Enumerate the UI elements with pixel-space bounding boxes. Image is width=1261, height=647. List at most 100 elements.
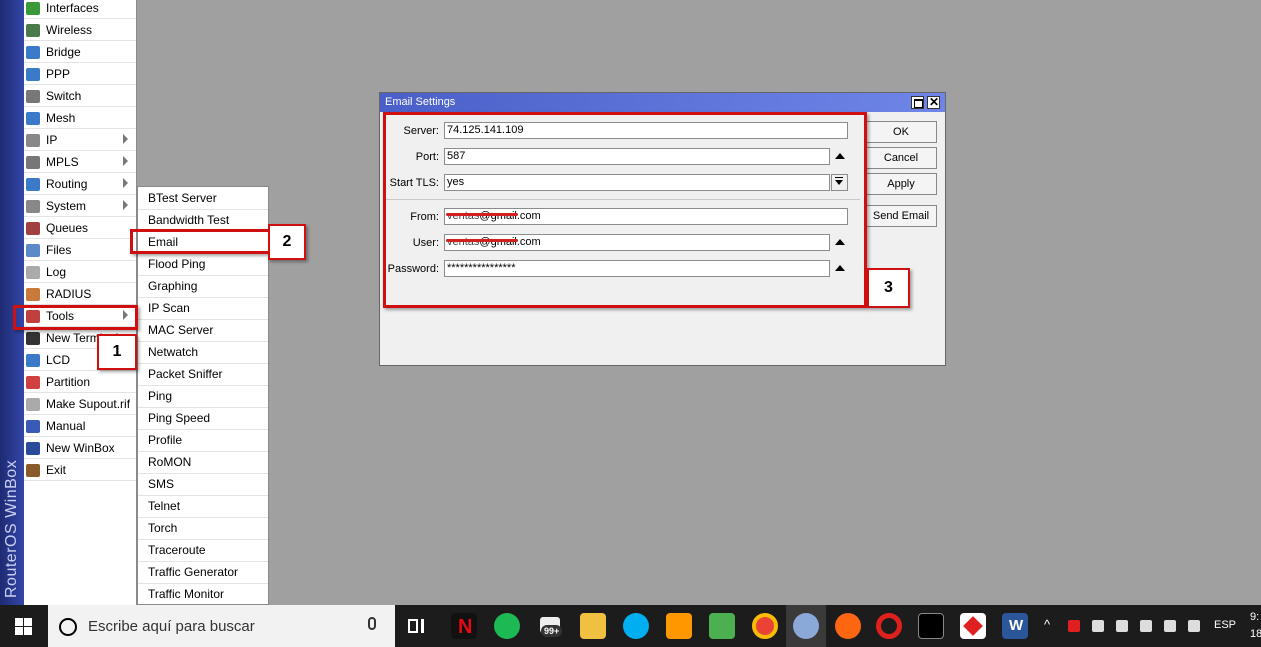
submenu-item-mac-server[interactable]: MAC Server <box>138 320 268 342</box>
menu-item-label: Make Supout.rif <box>46 397 131 411</box>
microphone-icon[interactable] <box>368 617 376 630</box>
menu-item-routing[interactable]: Routing <box>24 174 136 195</box>
apply-button[interactable]: Apply <box>865 173 937 195</box>
anydesk-icon[interactable] <box>960 613 986 639</box>
chrome-icon[interactable] <box>752 613 778 639</box>
menu-item-label: New WinBox <box>46 441 115 455</box>
submenu-item-telnet[interactable]: Telnet <box>138 496 268 518</box>
antivirus-tray-icon[interactable] <box>1068 620 1080 632</box>
menu-item-log[interactable]: Log <box>24 262 136 283</box>
maximize-icon[interactable] <box>911 96 924 109</box>
menu-item-queues[interactable]: Queues <box>24 218 136 239</box>
winbox-taskbar-active[interactable] <box>786 605 826 647</box>
submenu-item-netwatch[interactable]: Netwatch <box>138 342 268 364</box>
annotation-label-1: 1 <box>97 334 137 370</box>
manual-icon <box>26 419 40 433</box>
menu-item-ip[interactable]: IP <box>24 130 136 151</box>
menu-item-label: Switch <box>46 89 82 103</box>
spreadsheet-icon[interactable] <box>709 613 735 639</box>
menu-item-label: Log <box>46 265 67 279</box>
submenu-item-traceroute[interactable]: Traceroute <box>138 540 268 562</box>
sublime-icon[interactable] <box>666 613 692 639</box>
menu-item-mpls[interactable]: MPLS <box>24 152 136 173</box>
opera-icon[interactable] <box>876 613 902 639</box>
menu-item-switch[interactable]: Switch <box>24 86 136 107</box>
menu-item-label: Bridge <box>46 45 81 59</box>
store-icon[interactable]: 99+ <box>537 613 563 639</box>
brand-text: RouterOS WinBox <box>3 459 20 598</box>
menu-item-label: Routing <box>46 177 88 191</box>
dialog-title: Email Settings <box>385 96 456 108</box>
dialog-titlebar[interactable]: Email Settings ✕ <box>380 93 945 112</box>
submenu-item-traffic-monitor[interactable]: Traffic Monitor <box>138 584 268 606</box>
terminal-app-icon[interactable] <box>918 613 944 639</box>
menu-item-make-supout-rif[interactable]: Make Supout.rif <box>24 394 136 415</box>
ok-button[interactable]: OK <box>865 121 937 143</box>
submenu-item-packet-sniffer[interactable]: Packet Sniffer <box>138 364 268 386</box>
main-menu: Interfaces Wireless Bridge PPP Switch Mesh IP M… <box>24 0 137 605</box>
submenu-item-ip-scan[interactable]: IP Scan <box>138 298 268 320</box>
close-icon[interactable]: ✕ <box>927 95 940 109</box>
submenu-arrow-icon <box>123 134 128 144</box>
menu-item-label: PPP <box>46 67 71 81</box>
submenu-item-flood-ping[interactable]: Flood Ping <box>138 254 268 276</box>
task-view-icon[interactable] <box>403 613 429 639</box>
clock[interactable]: 9: 18 <box>1250 609 1261 643</box>
skype-icon[interactable] <box>623 613 649 639</box>
menu-item-manual[interactable]: Manual <box>24 416 136 437</box>
windows-taskbar: Escribe aquí para buscar N 99+ W ^ ESP 9… <box>0 605 1261 647</box>
word-icon[interactable]: W <box>1002 613 1028 639</box>
windows-start-icon[interactable] <box>15 618 33 635</box>
cortana-icon <box>59 618 77 636</box>
clock-date: 18 <box>1250 628 1261 640</box>
taskbar-search-box[interactable]: Escribe aquí para buscar <box>48 605 395 647</box>
files-icon <box>26 243 40 257</box>
switch-icon <box>26 89 40 103</box>
annotation-box-tools <box>13 305 138 330</box>
menu-item-system[interactable]: System <box>24 196 136 217</box>
volume-tray-icon[interactable] <box>1164 620 1176 632</box>
annotation-box-email <box>130 229 272 254</box>
submenu-item-profile[interactable]: Profile <box>138 430 268 452</box>
menu-item-new-winbox[interactable]: New WinBox <box>24 438 136 459</box>
interfaces-icon <box>26 1 40 15</box>
submenu-item-romon[interactable]: RoMON <box>138 452 268 474</box>
file-explorer-icon[interactable] <box>580 613 606 639</box>
annotation-box-fields <box>383 112 867 308</box>
menu-item-radius[interactable]: RADIUS <box>24 284 136 305</box>
menu-item-exit[interactable]: Exit <box>24 460 136 481</box>
menu-item-ppp[interactable]: PPP <box>24 64 136 85</box>
spotify-icon[interactable] <box>494 613 520 639</box>
battery-tray-icon[interactable] <box>1092 620 1104 632</box>
menu-item-label: Exit <box>46 463 67 477</box>
tray-expand-icon[interactable]: ^ <box>1044 617 1050 632</box>
submenu-item-ping-speed[interactable]: Ping Speed <box>138 408 268 430</box>
display-tray-icon[interactable] <box>1140 620 1152 632</box>
submenu-item-torch[interactable]: Torch <box>138 518 268 540</box>
submenu-item-traffic-generator[interactable]: Traffic Generator <box>138 562 268 584</box>
menu-item-label: LCD <box>46 353 71 367</box>
winbox-brand-bar: RouterOS WinBox <box>0 0 24 605</box>
menu-item-bridge[interactable]: Bridge <box>24 42 136 63</box>
menu-item-label: Files <box>46 243 72 257</box>
menu-item-interfaces[interactable]: Interfaces <box>24 0 136 19</box>
submenu-item-sms[interactable]: SMS <box>138 474 268 496</box>
network-tray-icon[interactable] <box>1116 620 1128 632</box>
menu-item-label: Interfaces <box>46 1 99 15</box>
menu-item-wireless[interactable]: Wireless <box>24 20 136 41</box>
menu-item-partition[interactable]: Partition <box>24 372 136 393</box>
menu-item-label: System <box>46 199 87 213</box>
firefox-icon[interactable] <box>835 613 861 639</box>
submenu-item-btest-server[interactable]: BTest Server <box>138 188 268 210</box>
dropbox-tray-icon[interactable] <box>1188 620 1200 632</box>
submenu-arrow-icon <box>123 156 128 166</box>
language-indicator[interactable]: ESP <box>1214 619 1236 631</box>
menu-item-files[interactable]: Files <box>24 240 136 261</box>
netflix-icon[interactable]: N <box>451 613 477 639</box>
menu-item-mesh[interactable]: Mesh <box>24 108 136 129</box>
submenu-item-ping[interactable]: Ping <box>138 386 268 408</box>
queues-icon <box>26 221 40 235</box>
submenu-item-graphing[interactable]: Graphing <box>138 276 268 298</box>
cancel-button[interactable]: Cancel <box>865 147 937 169</box>
send-email-button[interactable]: Send Email <box>865 205 937 227</box>
